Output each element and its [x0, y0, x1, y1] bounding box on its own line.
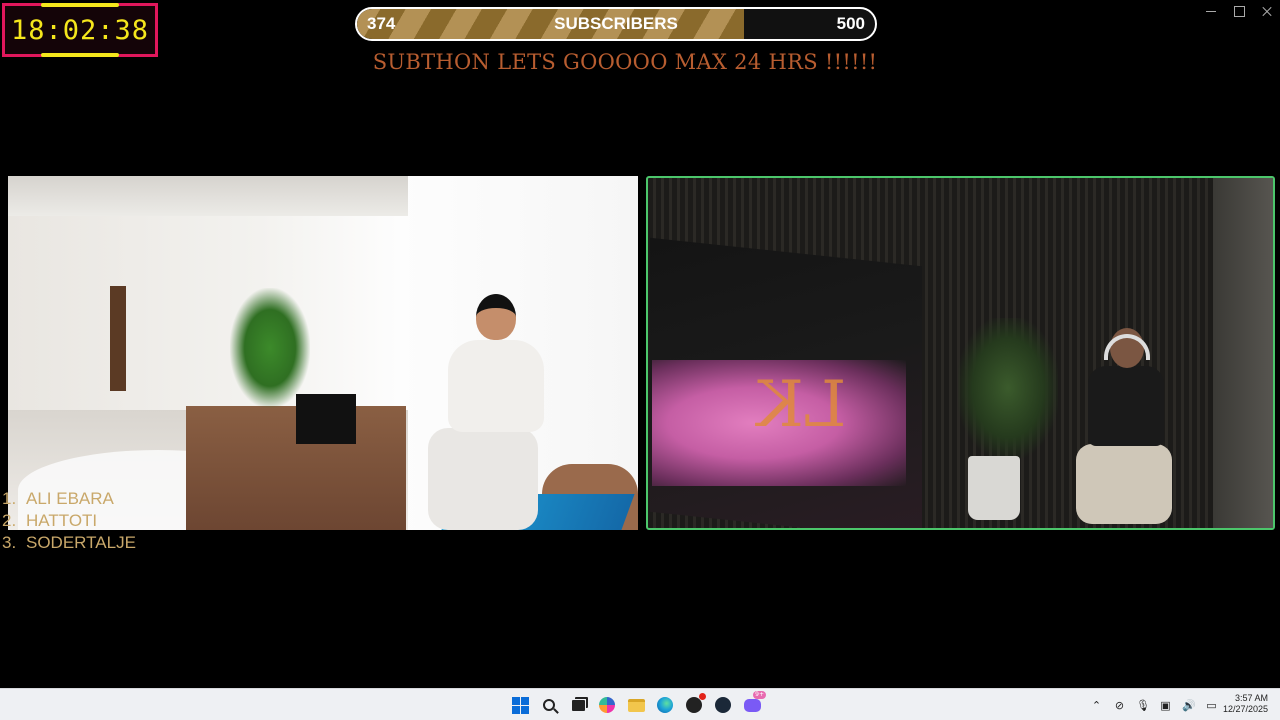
streamer-left-torso: [448, 340, 544, 432]
speaker-icon[interactable]: ▣: [1159, 699, 1172, 712]
file-explorer-icon[interactable]: [627, 696, 645, 714]
close-button[interactable]: [1260, 4, 1274, 18]
discord-badge: 9+: [753, 691, 766, 699]
streamer-right-legs: [1076, 444, 1172, 524]
subscriber-goal-bar: 374 SUBSCRIBERS 500: [355, 7, 877, 41]
left-camera-feed: [8, 176, 638, 530]
maximize-button[interactable]: [1232, 4, 1246, 18]
chatgpt-icon[interactable]: [685, 693, 706, 714]
list-item: 1. ALI EBARA: [2, 489, 114, 508]
chevron-up-icon[interactable]: ⌃: [1090, 699, 1103, 712]
streamer-left: [428, 294, 558, 530]
microphone-icon[interactable]: 🎙: [1136, 699, 1150, 712]
streamer-right: [1076, 328, 1176, 524]
subscriber-label: SUBSCRIBERS: [554, 14, 678, 33]
network-off-icon[interactable]: ⊘: [1113, 699, 1126, 712]
top-gifters-list: 1. ALI EBARA 2. HATTOTI 3. SODERTALJE: [0, 488, 136, 554]
edge-icon[interactable]: [656, 696, 674, 714]
task-view-icon[interactable]: [569, 696, 587, 714]
steam-icon[interactable]: [714, 696, 732, 714]
streamer-right-torso: [1088, 366, 1164, 446]
taskbar-apps: 9+: [511, 689, 766, 720]
screen-logo: LK: [756, 368, 847, 442]
timer-text: 18:02:38: [10, 14, 150, 46]
discord-icon[interactable]: 9+: [743, 691, 766, 714]
subscriber-goal-count: 500: [836, 14, 865, 33]
potted-plant: [958, 318, 1058, 458]
streamer-left-legs: [428, 428, 538, 530]
window-controls: [1204, 4, 1274, 18]
search-icon[interactable]: [540, 696, 558, 714]
taskbar-clock[interactable]: 3:57 AM 12/27/2025: [1223, 693, 1268, 715]
room-ceiling: [8, 176, 408, 216]
plant-pot: [968, 456, 1020, 520]
potted-plant: [230, 288, 310, 408]
windows-start-icon[interactable]: [511, 696, 529, 714]
taskbar: 9+ ⌃ ⊘ 🎙 ▣ 🔊 ▭ 3:57 AM 12/27/2025: [0, 688, 1280, 720]
battery-icon[interactable]: ▭: [1205, 699, 1218, 712]
doorway: [110, 286, 126, 391]
right-camera-feed: LK: [646, 176, 1275, 530]
subathon-timer: 18:02:38: [2, 3, 158, 57]
room-wall: [1213, 178, 1273, 528]
copilot-icon[interactable]: [598, 696, 616, 714]
minimize-button[interactable]: [1204, 4, 1218, 18]
clock-date: 12/27/2025: [1222, 704, 1268, 714]
list-item: 2. HATTOTI: [2, 511, 98, 530]
list-item: 3. SODERTALJE: [2, 533, 136, 552]
streamer-left-head: [476, 294, 516, 340]
clock-time: 3:57 AM: [1234, 693, 1268, 703]
system-tray: ⌃ ⊘ 🎙 ▣ 🔊 ▭: [1090, 689, 1218, 720]
volume-icon[interactable]: 🔊: [1182, 699, 1196, 712]
stream-headline: SUBTHON LETS GOOOOO MAX 24 HRS !!!!!!: [372, 50, 878, 74]
